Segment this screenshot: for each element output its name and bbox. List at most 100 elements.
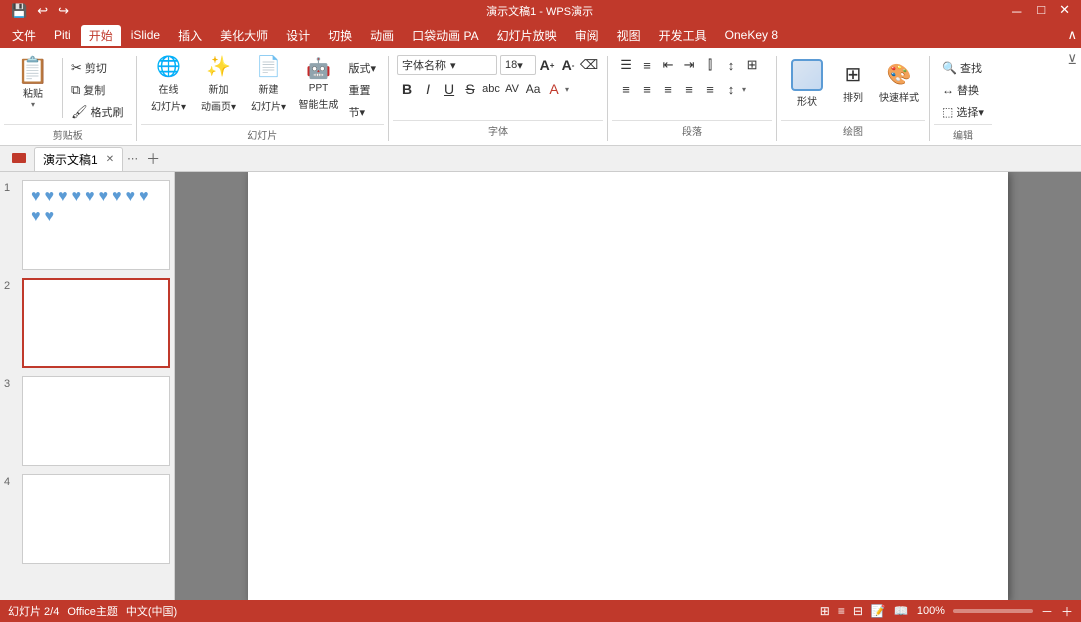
format-painter-button[interactable]: 🖌格式刷 xyxy=(67,102,128,122)
menu-animation[interactable]: 动画 xyxy=(362,25,402,46)
zoom-slider[interactable] xyxy=(953,609,1033,613)
align-left-button[interactable]: ≡ xyxy=(616,79,636,99)
layout-button[interactable]: 版式▾ xyxy=(345,58,381,78)
align-center-button[interactable]: ≡ xyxy=(637,79,657,99)
slide-num-2: 2 xyxy=(4,278,18,292)
menu-design[interactable]: 设计 xyxy=(278,25,318,46)
line-spacing-button[interactable]: ↕ xyxy=(721,79,741,99)
increase-font-button[interactable]: A+ xyxy=(537,55,557,75)
tab-close-button[interactable]: ✕ xyxy=(106,154,114,165)
smart-art-button[interactable]: ⊞ xyxy=(742,55,762,75)
justify-button[interactable]: ≡ xyxy=(679,79,699,99)
menu-transition[interactable]: 切换 xyxy=(320,25,360,46)
italic-button[interactable]: I xyxy=(418,79,438,99)
find-button[interactable]: 🔍查找 xyxy=(938,58,988,78)
text-direction-para-button[interactable]: ↕ xyxy=(721,55,741,75)
maximize-button[interactable]: □ xyxy=(1034,1,1048,22)
heart-icon-8: ♥ xyxy=(126,189,136,205)
section-button[interactable]: 节▾ xyxy=(345,102,381,122)
slide-thumb-3: 3 xyxy=(4,376,170,466)
decrease-font-button[interactable]: A- xyxy=(558,55,578,75)
slide-thumb-2: 2 xyxy=(4,278,170,368)
redo-button[interactable]: ↪ xyxy=(55,2,72,20)
zoom-in-button[interactable]: ＋ xyxy=(1061,603,1073,620)
font-name-selector[interactable]: 字体名称▾ xyxy=(397,55,497,75)
menu-beautify[interactable]: 美化大师 xyxy=(212,25,276,46)
online-slideshow-button[interactable]: 🌐 在线幻灯片▾ xyxy=(145,54,193,112)
char-spacing-button[interactable]: AV xyxy=(502,79,522,99)
strikethrough-button[interactable]: S xyxy=(460,79,480,99)
shapes-button[interactable]: 形状 xyxy=(785,54,829,112)
slide-group-label: 幻灯片 xyxy=(141,124,385,144)
cut-button[interactable]: ✂剪切 xyxy=(67,58,128,78)
new-slide-button[interactable]: 📄 新建幻灯片▾ xyxy=(245,54,293,112)
normal-view-button[interactable]: ⊞ xyxy=(820,604,830,618)
slide-preview-1[interactable]: ♥ ♥ ♥ ♥ ♥ ♥ ♥ ♥ ♥ ♥ ♥ xyxy=(22,180,170,270)
reading-view-button[interactable]: 📖 xyxy=(894,604,909,618)
paste-button[interactable]: 📋 粘贴 ▾ xyxy=(8,54,58,112)
slide-thumb-4: 4 xyxy=(4,474,170,564)
line-spacing-dropdown[interactable]: ▾ xyxy=(742,85,746,94)
menu-review[interactable]: 审阅 xyxy=(567,25,607,46)
heart-icon-11: ♥ xyxy=(45,209,55,225)
save-button[interactable]: 💾 xyxy=(8,2,30,20)
slide-tab-1[interactable]: 演示文稿1 ✕ xyxy=(34,147,123,171)
clear-format-button[interactable]: ⌫ xyxy=(579,55,599,75)
menu-developer[interactable]: 开发工具 xyxy=(651,25,715,46)
quick-styles-button[interactable]: 🎨 快速样式 xyxy=(877,54,921,112)
copy-button[interactable]: ⧉复制 xyxy=(67,80,128,100)
underline-button[interactable]: U xyxy=(439,79,459,99)
group-divider-4 xyxy=(776,56,777,141)
slide-preview-3[interactable] xyxy=(22,376,170,466)
undo-button[interactable]: ↩ xyxy=(34,2,51,20)
heart-icon-4: ♥ xyxy=(72,189,82,205)
ppt-ai-generate-button[interactable]: 🤖 PPT智能生成 xyxy=(295,54,343,112)
replace-button[interactable]: ↔替换 xyxy=(938,80,988,100)
distributed-button[interactable]: ≡ xyxy=(700,79,720,99)
menu-pocket-animation[interactable]: 口袋动画 PA xyxy=(404,25,486,46)
font-color-button[interactable]: A xyxy=(544,79,564,99)
notes-view-button[interactable]: 📝 xyxy=(871,604,886,618)
ribbon-collapse-button[interactable]: ∧ xyxy=(1067,27,1077,43)
menu-home[interactable]: 开始 xyxy=(81,25,121,46)
slide-canvas[interactable] xyxy=(248,172,1008,600)
heart-icon-1: ♥ xyxy=(31,189,41,205)
add-tab-button[interactable]: ＋ xyxy=(142,147,164,171)
menu-onekey[interactable]: OneKey 8 xyxy=(717,26,786,44)
menu-piti[interactable]: Piti xyxy=(46,26,79,44)
menu-insert[interactable]: 插入 xyxy=(170,25,210,46)
decrease-indent-button[interactable]: ⇤ xyxy=(658,55,678,75)
menu-islide[interactable]: iSlide xyxy=(123,26,168,44)
slide-preview-2[interactable] xyxy=(22,278,170,368)
align-right-button[interactable]: ≡ xyxy=(658,79,678,99)
bold-button[interactable]: B xyxy=(397,79,417,99)
outline-view-button[interactable]: ≡ xyxy=(838,604,845,618)
reset-button[interactable]: 重置 xyxy=(345,80,381,100)
font-color-dropdown[interactable]: ▾ xyxy=(565,85,569,94)
menu-file[interactable]: 文件 xyxy=(4,25,44,46)
menu-slideshow[interactable]: 幻灯片放映 xyxy=(489,25,565,46)
editing-group: 🔍查找 ↔替换 ⬚选择▾ 编辑 xyxy=(934,52,992,140)
font-size-selector[interactable]: 18▾ xyxy=(500,55,536,75)
slide-thumb-1: 1 ♥ ♥ ♥ ♥ ♥ ♥ ♥ ♥ ♥ ♥ ♥ xyxy=(4,180,170,270)
paragraph-group: ☰ ≡ ⇤ ⇥ ⫿ ↕ ⊞ ≡ ≡ ≡ ≡ ≡ ↕ ▾ 段落 xyxy=(612,52,772,140)
zoom-out-button[interactable]: － xyxy=(1041,603,1053,620)
sorter-view-button[interactable]: ⊟ xyxy=(853,604,863,618)
numbered-list-button[interactable]: ≡ xyxy=(637,55,657,75)
tab-more-button[interactable]: ⋯ xyxy=(127,152,138,165)
arrange-button[interactable]: ⊞ 排列 xyxy=(831,54,875,112)
slide-preview-4[interactable] xyxy=(22,474,170,564)
menu-view[interactable]: 视图 xyxy=(609,25,649,46)
minimize-button[interactable]: － xyxy=(1007,1,1026,22)
bullet-list-button[interactable]: ☰ xyxy=(616,55,636,75)
increase-indent-button[interactable]: ⇥ xyxy=(679,55,699,75)
select-button[interactable]: ⬚选择▾ xyxy=(938,102,988,122)
ribbon-expand-button[interactable]: ⊻ xyxy=(1067,52,1077,68)
shadow-button[interactable]: abc xyxy=(481,79,501,99)
slide-tab-bar: 演示文稿1 ✕ ⋯ ＋ xyxy=(0,146,1081,172)
add-animation-page-button[interactable]: ✨ 新加动画页▾ xyxy=(195,54,243,112)
column-layout-button[interactable]: ⫿ xyxy=(700,55,720,75)
close-button[interactable]: ✕ xyxy=(1056,1,1073,22)
drawing-group-label: 绘图 xyxy=(781,120,925,140)
text-direction-button[interactable]: Aa xyxy=(523,79,543,99)
